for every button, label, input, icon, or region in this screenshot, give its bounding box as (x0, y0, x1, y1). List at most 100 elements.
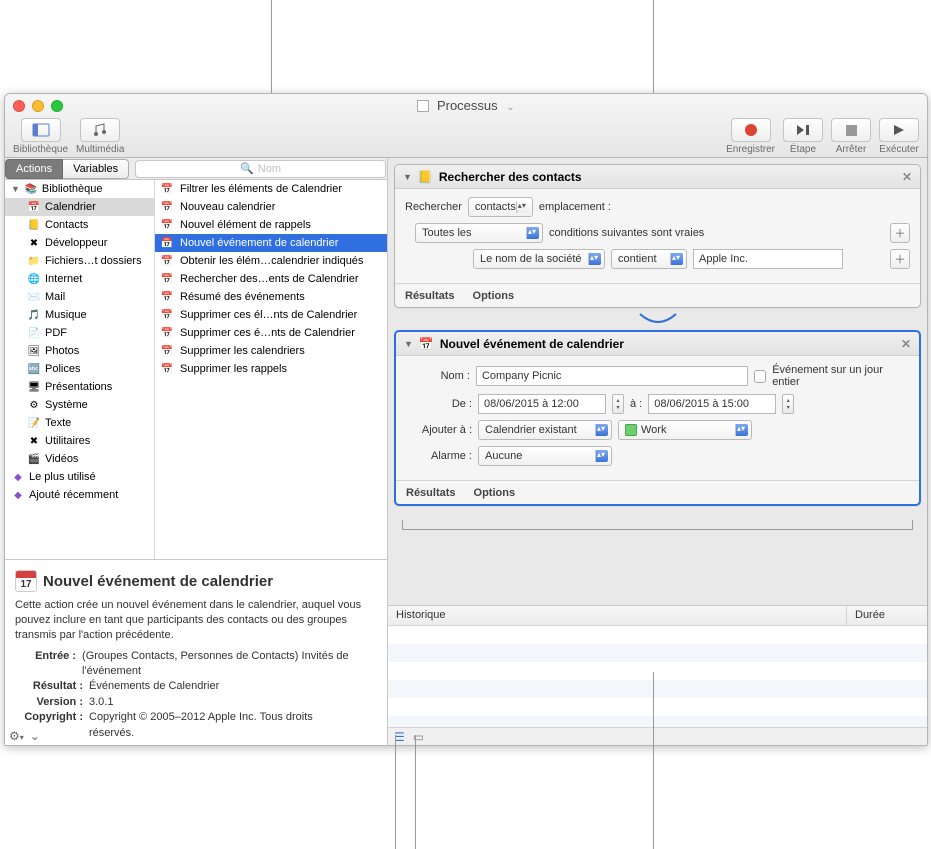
action-row[interactable]: 📅Rechercher des…ents de Calendrier (155, 270, 387, 288)
info-title: 17 Nouvel événement de calendrier (15, 570, 377, 592)
to-stepper[interactable]: ▴▾ (782, 394, 794, 414)
addto-popup[interactable]: Calendrier existant▴▾ (478, 420, 612, 440)
toolbar-run[interactable]: Exécuter (879, 118, 919, 155)
action-row[interactable]: 📅Supprimer les calendriers (155, 342, 387, 360)
find-label: Rechercher (405, 201, 462, 213)
workflow-pane: ▼ 📒 Rechercher des contacts ✕ Rechercher… (388, 158, 927, 745)
tree-item-photos[interactable]: 🖼Photos (5, 342, 154, 360)
toolbar-run-label: Exécuter (879, 144, 918, 155)
action-info: 17 Nouvel événement de calendrier Cette … (5, 559, 387, 745)
search-icon: 🔍 (240, 162, 254, 175)
toolbar-media[interactable]: Multimédia (76, 118, 124, 155)
value-field[interactable]: Apple Inc. (693, 249, 843, 269)
workflow-canvas[interactable]: ▼ 📒 Rechercher des contacts ✕ Rechercher… (388, 158, 927, 605)
tree-item-dev[interactable]: ✖︎Développeur (5, 234, 154, 252)
toolbar-step[interactable]: Étape (783, 118, 823, 155)
tree-item-presentations[interactable]: 🖥Présentations (5, 378, 154, 396)
search-input[interactable]: 🔍 Nom (135, 160, 386, 178)
tab-actions[interactable]: Actions (5, 159, 63, 179)
tree-item-fonts[interactable]: 🔤Polices (5, 360, 154, 378)
tree-item-system[interactable]: ⚙︎Système (5, 396, 154, 414)
toolbar-stop[interactable]: Arrêter (831, 118, 871, 155)
tree-item-videos[interactable]: 🎬Vidéos (5, 450, 154, 468)
results-button[interactable]: Résultats (405, 290, 455, 302)
action-card-contacts[interactable]: ▼ 📒 Rechercher des contacts ✕ Rechercher… (394, 164, 921, 308)
toolbar: Bibliothèque Multimédia Enregistrer Étap… (5, 118, 927, 157)
event-name-field[interactable]: Company Picnic (476, 366, 748, 386)
action-row-selected[interactable]: 📅Nouvel événement de calendrier (155, 234, 387, 252)
action-row[interactable]: 📅Résumé des événements (155, 288, 387, 306)
alarm-label: Alarme : (406, 450, 472, 462)
search-placeholder: Nom (258, 163, 281, 175)
info-version: 3.0.1 (89, 695, 113, 710)
library-pane: Actions Variables 🔍 Nom ▼📚Bibliothèque 📅… (5, 158, 388, 745)
tab-variables[interactable]: Variables (63, 159, 129, 179)
tree-item-music[interactable]: 🎵Musique (5, 306, 154, 324)
tree-recent[interactable]: ◆Ajouté récemment (5, 486, 154, 504)
allday-label: Événement sur un jour entier (772, 364, 909, 388)
tree-item-internet[interactable]: 🌐Internet (5, 270, 154, 288)
add-rule-button[interactable]: ＋ (890, 223, 910, 243)
options-button[interactable]: Options (474, 487, 516, 499)
close-icon[interactable]: ✕ (902, 170, 912, 184)
from-label: De : (406, 398, 472, 410)
toolbar-record[interactable]: Enregistrer (726, 118, 775, 155)
tree-item-contacts[interactable]: 📒Contacts (5, 216, 154, 234)
log-col-duration[interactable]: Durée (847, 606, 927, 625)
toolbar-library[interactable]: Bibliothèque (13, 118, 68, 155)
action-row[interactable]: 📅Supprimer ces él…nts de Calendrier (155, 306, 387, 324)
from-date-field[interactable]: 08/06/2015 à 12:00 (478, 394, 606, 414)
info-result: Événements de Calendrier (89, 679, 219, 694)
toolbar-stop-label: Arrêter (836, 144, 867, 155)
gear-icon[interactable]: ⚙︎▾ (9, 729, 24, 743)
addto-label: Ajouter à : (406, 424, 472, 436)
chevron-down-icon[interactable]: ⌄ (506, 102, 514, 113)
operator-popup[interactable]: contient▴▾ (611, 249, 687, 269)
library-tree[interactable]: ▼📚Bibliothèque 📅Calendrier 📒Contacts ✖︎D… (5, 180, 155, 559)
tree-item-calendrier[interactable]: 📅Calendrier (5, 198, 154, 216)
action-row[interactable]: 📅Supprimer ces é…nts de Calendrier (155, 324, 387, 342)
action-row[interactable]: 📅Nouveau calendrier (155, 198, 387, 216)
tree-root[interactable]: ▼📚Bibliothèque (5, 180, 154, 198)
options-button[interactable]: Options (473, 290, 515, 302)
calendar-color-swatch (625, 424, 637, 436)
disclosure-icon[interactable]: ▼ (404, 339, 413, 349)
from-stepper[interactable]: ▴▾ (612, 394, 624, 414)
action-row[interactable]: 📅Nouvel élément de rappels (155, 216, 387, 234)
action-row[interactable]: 📅Obtenir les élém…calendrier indiqués (155, 252, 387, 270)
close-icon[interactable]: ✕ (901, 337, 911, 351)
document-icon (417, 100, 429, 112)
tree-item-mail[interactable]: ✉️Mail (5, 288, 154, 306)
callout-line (395, 735, 396, 849)
field-popup[interactable]: Le nom de la société▴▾ (473, 249, 605, 269)
alarm-popup[interactable]: Aucune▴▾ (478, 446, 612, 466)
action-row[interactable]: 📅Filtrer les éléments de Calendrier (155, 180, 387, 198)
to-label: à : (630, 398, 642, 410)
calendar-popup[interactable]: Work▴▾ (618, 420, 752, 440)
connector (394, 312, 921, 326)
window-title: Processus ⌄ (5, 98, 927, 113)
location-label: emplacement : (539, 201, 611, 213)
disclosure-icon[interactable]: ▼ (403, 172, 412, 182)
log-col-history[interactable]: Historique (388, 606, 847, 625)
to-date-field[interactable]: 08/06/2015 à 15:00 (648, 394, 776, 414)
action-list[interactable]: 📅Filtrer les éléments de Calendrier 📅Nou… (155, 180, 387, 559)
results-button[interactable]: Résultats (406, 487, 456, 499)
tree-item-text[interactable]: 📝Texte (5, 414, 154, 432)
tree-most-used[interactable]: ◆Le plus utilisé (5, 468, 154, 486)
workflow-bracket (402, 520, 913, 530)
calendar-icon: 📅 (419, 337, 434, 351)
tree-item-files[interactable]: 📁Fichiers…t dossiers (5, 252, 154, 270)
action-row[interactable]: 📅Supprimer les rappels (155, 360, 387, 378)
allday-checkbox[interactable] (754, 370, 767, 383)
tree-item-utils[interactable]: ✖︎Utilitaires (5, 432, 154, 450)
add-condition-button[interactable]: ＋ (890, 249, 910, 269)
tree-item-pdf[interactable]: 📄PDF (5, 324, 154, 342)
scope-popup[interactable]: Toutes les▴▾ (415, 223, 543, 243)
contacts-icon: 📒 (418, 170, 433, 184)
find-target-popup[interactable]: contacts▴▾ (468, 197, 533, 217)
action-card-event[interactable]: ▼ 📅 Nouvel événement de calendrier ✕ Nom… (394, 330, 921, 506)
collapse-icon[interactable]: ⌄ (30, 729, 40, 743)
callout-line (653, 0, 654, 93)
toolbar-media-label: Multimédia (76, 144, 124, 155)
